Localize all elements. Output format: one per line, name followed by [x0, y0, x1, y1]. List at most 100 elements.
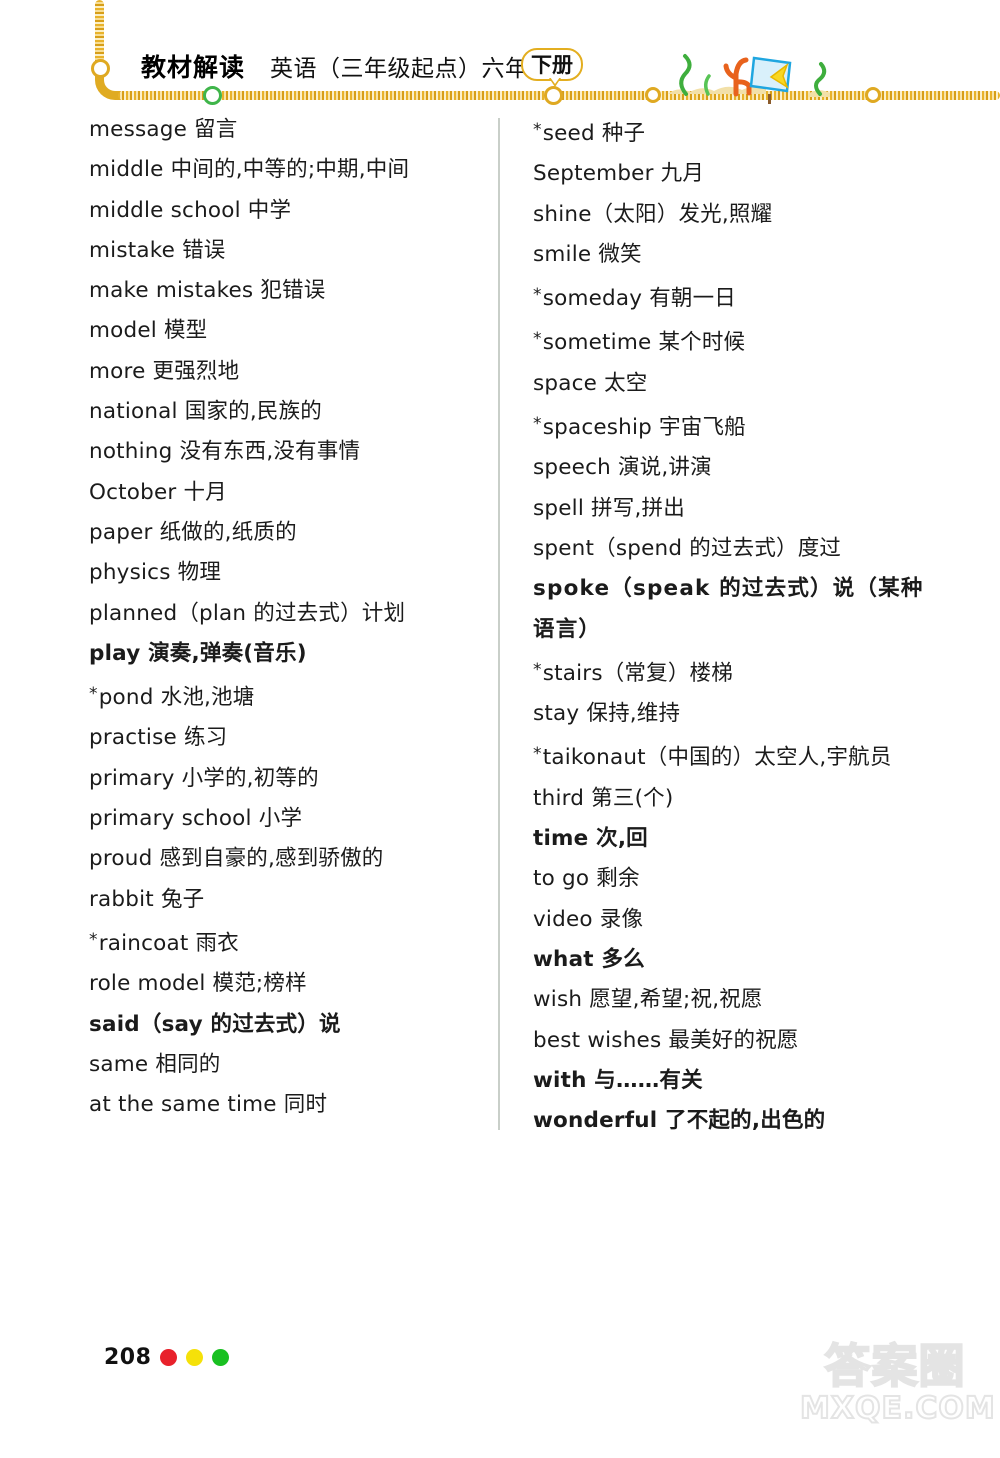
vocabulary-entry-text: wonderful 了不起的,出色的: [533, 1108, 826, 1134]
vocabulary-entry: third 第三(个): [533, 779, 943, 819]
asterisk-icon: *: [533, 329, 542, 350]
vocabulary-entry: September 九月: [533, 154, 943, 194]
vocabulary-column-left: message 留言 middle 中间的,中等的;中期,中间 middle sch…: [89, 110, 484, 1125]
vocabulary-entry-text: smile 微笑: [533, 241, 642, 267]
vocabulary-entry: primary school 小学: [89, 799, 484, 839]
vocabulary-entry-text: spent（spend 的过去式）度过: [533, 535, 842, 561]
bubble-icon: [203, 86, 222, 105]
vocabulary-entry-text: planned（plan 的过去式）计划: [89, 600, 406, 626]
indicator-dot-yellow: [186, 1349, 204, 1366]
vocabulary-entry-text: shine（太阳）发光,照耀: [533, 201, 773, 227]
page-footer: 208: [0, 1150, 1000, 1458]
vocabulary-entry-text: practise 练习: [89, 725, 228, 751]
vocabulary-entry: space 太空: [533, 364, 943, 404]
vocabulary-entry-text: September 九月: [533, 161, 705, 187]
vocabulary-entry-text: nothing 没有东西,没有事情: [89, 439, 361, 465]
page-number-tag: 208: [104, 1345, 230, 1370]
vocabulary-entry: October 十月: [89, 473, 484, 513]
bubble-icon: [91, 59, 110, 78]
vocabulary-entry: same 相同的: [89, 1045, 484, 1085]
vocabulary-entry: *seed 种子: [533, 110, 943, 154]
vocabulary-entry: said（say 的过去式）说: [89, 1005, 484, 1045]
vocabulary-entry: physics 物理: [89, 553, 484, 593]
vocabulary-entry: with 与……有关: [533, 1061, 943, 1101]
vocabulary-entry-text: primary 小学的,初等的: [89, 765, 319, 791]
book-title: 教材解读: [141, 53, 246, 82]
vocabulary-entry: stay 保持,维持: [533, 694, 943, 734]
vocabulary-entry: *someday 有朝一日: [533, 275, 943, 319]
vocabulary-entry: what 多么: [533, 940, 943, 980]
vocabulary-entry: *taikonaut（中国的）太空人,宇航员: [533, 734, 943, 778]
vocabulary-entry: primary 小学的,初等的: [89, 759, 484, 799]
vocabulary-entry-text: more 更强烈地: [89, 358, 240, 384]
vocabulary-entry-text: stay 保持,维持: [533, 701, 681, 727]
vocabulary-entry: practise 练习: [89, 718, 484, 758]
vocabulary-entry: make mistakes 犯错误: [89, 271, 484, 311]
vocabulary-entry: spell 拼写,拼出: [533, 489, 943, 529]
vocabulary-entry-text: stairs（常复）楼梯: [542, 660, 733, 686]
vocabulary-entry-text: primary school 小学: [89, 806, 303, 832]
vocabulary-entry-text: with 与……有关: [533, 1067, 703, 1093]
vocabulary-entry: time 次,回: [533, 819, 943, 859]
underwater-decoration: [668, 54, 830, 104]
bubble-icon: [544, 86, 563, 105]
vocabulary-column-right: *seed 种子 September 九月 shine（太阳）发光,照耀 smile …: [533, 110, 943, 1141]
fish-sign-icon: [749, 56, 792, 104]
vocabulary-entry: mistake 错误: [89, 231, 484, 271]
vocabulary-entry: speech 演说,讲演: [533, 448, 943, 488]
vocabulary-entry-text: seed 种子: [542, 121, 646, 146]
asterisk-icon: *: [89, 929, 98, 950]
vocabulary-entry: *sometime 某个时候: [533, 319, 943, 363]
vocabulary-entry-text: time 次,回: [533, 826, 648, 852]
asterisk-icon: *: [533, 659, 542, 680]
vocabulary-entry: at the same time 同时: [89, 1085, 484, 1125]
vocabulary-entry: planned（plan 的过去式）计划: [89, 594, 484, 634]
vocabulary-entry: *stairs（常复）楼梯: [533, 650, 943, 694]
asterisk-icon: *: [89, 684, 98, 705]
vocabulary-entry-text: same 相同的: [89, 1051, 221, 1077]
asterisk-icon: *: [533, 285, 542, 306]
vocabulary-entry-text: space 太空: [533, 370, 648, 396]
vocabulary-entry: video 录像: [533, 900, 943, 940]
vocabulary-entry: model 模型: [89, 311, 484, 351]
vocabulary-entry-text: middle 中间的,中等的;中期,中间: [89, 157, 410, 183]
vocabulary-entry: smile 微笑: [533, 235, 943, 275]
vocabulary-entry-text: physics 物理: [89, 560, 222, 586]
vocabulary-entry: role model 模范;榜样: [89, 964, 484, 1004]
subject-line: 英语（三年级起点）六年级: [270, 56, 552, 82]
vocabulary-entry-text: video 录像: [533, 906, 644, 932]
page-header: 教材解读 英语（三年级起点）六年级 下册: [0, 0, 1000, 110]
vocabulary-entry-text: middle school 中学: [89, 197, 292, 223]
asterisk-icon: *: [533, 744, 542, 765]
vocabulary-entry-text: model 模型: [89, 318, 208, 344]
bubble-icon: [865, 87, 881, 103]
vocabulary-entry: spoke（speak 的过去式）说（某种语言）: [533, 569, 943, 650]
vocabulary-entry-text: mistake 错误: [89, 237, 226, 263]
vocabulary-entry-text: taikonaut（中国的）太空人,宇航员: [542, 745, 892, 771]
vocabulary-entry-text: sometime 某个时候: [542, 330, 746, 356]
vocabulary-entry-text: October 十月: [89, 479, 227, 505]
vocabulary-entry-text: paper 纸做的,纸质的: [89, 519, 297, 545]
vocabulary-entry: *raincoat 雨衣: [89, 920, 484, 964]
vocabulary-entry: paper 纸做的,纸质的: [89, 513, 484, 553]
vocabulary-entry: *spaceship 宇宙飞船: [533, 404, 943, 448]
vocabulary-entry: *pond 水池,池塘: [89, 674, 484, 718]
vocabulary-entry-text: best wishes 最美好的祝愿: [533, 1027, 799, 1053]
bubble-icon: [645, 87, 661, 103]
badge-tail-inner: [550, 77, 560, 84]
asterisk-icon: *: [533, 414, 542, 435]
vocabulary-entry-text: national 国家的,民族的: [89, 399, 323, 425]
page-number: 208: [104, 1345, 152, 1370]
vocabulary-entry: proud 感到自豪的,感到骄傲的: [89, 839, 484, 879]
vocabulary-entry: message 留言: [89, 110, 484, 150]
seaweed-icon: [679, 54, 692, 96]
vocabulary-entry: play 演奏,弹奏(音乐): [89, 634, 484, 674]
vocabulary-entry-text: play 演奏,弹奏(音乐): [89, 640, 307, 666]
vocabulary-entry: wonderful 了不起的,出色的: [533, 1101, 943, 1141]
vocabulary-entry: to go 剩余: [533, 859, 943, 899]
asterisk-icon: *: [533, 120, 542, 140]
volume-badge: 下册: [521, 48, 583, 87]
vocabulary-entry-text: message 留言: [89, 117, 238, 142]
vocabulary-entry: rabbit 兔子: [89, 880, 484, 920]
vocabulary-entry: wish 愿望,希望;祝,祝愿: [533, 980, 943, 1020]
